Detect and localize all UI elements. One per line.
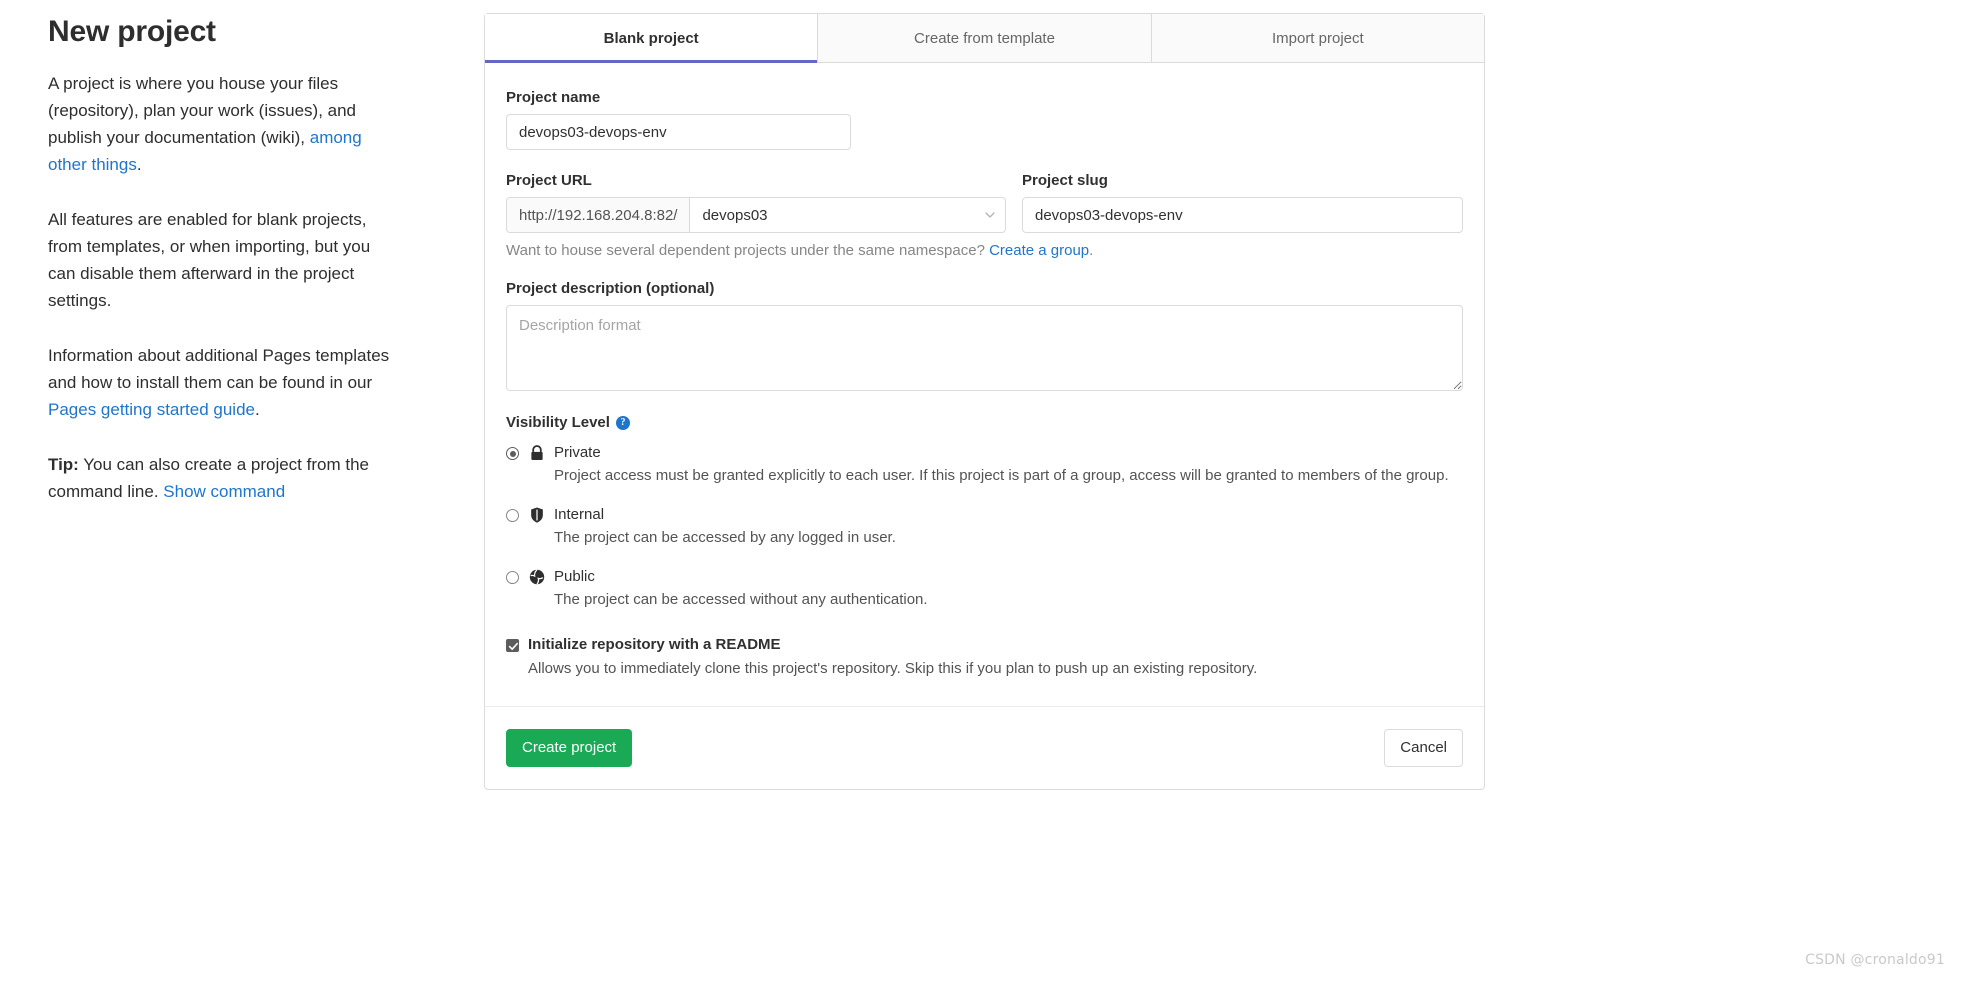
globe-icon bbox=[528, 568, 546, 586]
project-name-label: Project name bbox=[506, 89, 601, 106]
intro-paragraph-1: A project is where you house your files … bbox=[48, 70, 400, 178]
create-project-button[interactable]: Create project bbox=[506, 729, 633, 767]
url-slug-row: Project URL http://192.168.204.8:82/ dev… bbox=[506, 172, 1463, 233]
tab-import-project[interactable]: Import project bbox=[1151, 14, 1484, 62]
namespace-hint-text: Want to house several dependent projects… bbox=[506, 242, 990, 259]
radio-public[interactable] bbox=[506, 571, 519, 584]
intro-p3-text-a: Information about additional Pages templ… bbox=[48, 346, 390, 392]
namespace-hint: Want to house several dependent projects… bbox=[506, 242, 1463, 259]
initialize-readme-label: Initialize repository with a README bbox=[528, 636, 781, 653]
namespace-hint-suffix: . bbox=[1089, 242, 1094, 259]
project-url-group: Project URL http://192.168.204.8:82/ dev… bbox=[506, 172, 1006, 233]
intro-paragraph-tip: Tip: You can also create a project from … bbox=[48, 451, 400, 505]
project-name-input[interactable] bbox=[506, 114, 851, 150]
intro-p3-text-b: . bbox=[254, 400, 260, 419]
create-a-group-link[interactable]: Create a group bbox=[989, 242, 1089, 259]
project-type-tabs: Blank project Create from template Impor… bbox=[485, 14, 1484, 63]
radio-internal[interactable] bbox=[506, 509, 519, 522]
tip-label: Tip: bbox=[48, 455, 79, 474]
project-slug-group: Project slug bbox=[1022, 172, 1463, 233]
shield-icon bbox=[528, 506, 546, 524]
new-project-panel: Blank project Create from template Impor… bbox=[484, 13, 1485, 790]
intro-paragraph-2: All features are enabled for blank proje… bbox=[48, 210, 371, 310]
form-actions: Create project Cancel bbox=[485, 706, 1484, 789]
project-url-input-group: http://192.168.204.8:82/ devops03 bbox=[506, 197, 1006, 233]
blank-project-form: Project name Project URL http://192.168.… bbox=[485, 63, 1484, 789]
intro-p1-text-b: . bbox=[136, 155, 142, 174]
visibility-option-public[interactable]: Public The project can be accessed witho… bbox=[506, 567, 1463, 611]
project-slug-input[interactable] bbox=[1022, 197, 1463, 233]
visibility-public-name: Public bbox=[554, 568, 595, 585]
project-description-textarea[interactable] bbox=[506, 305, 1463, 391]
page-title: New project bbox=[48, 15, 216, 48]
project-description-group: Project description (optional) bbox=[506, 280, 1463, 391]
cancel-button[interactable]: Cancel bbox=[1384, 729, 1463, 767]
project-url-prefix: http://192.168.204.8:82/ bbox=[506, 197, 690, 233]
intro-column: New project A project is where you house… bbox=[0, 0, 400, 505]
visibility-option-internal[interactable]: Internal The project can be accessed by … bbox=[506, 505, 1463, 549]
tab-create-from-template[interactable]: Create from template bbox=[818, 14, 1152, 62]
initialize-readme-checkbox[interactable] bbox=[506, 639, 519, 652]
tab-blank-project[interactable]: Blank project bbox=[485, 14, 819, 63]
initialize-readme-description: Allows you to immediately clone this pro… bbox=[528, 660, 1258, 677]
visibility-private-name: Private bbox=[554, 444, 601, 461]
visibility-internal-description: The project can be accessed by any logge… bbox=[554, 529, 896, 546]
namespace-select-wrap: devops03 bbox=[689, 197, 1006, 233]
initialize-readme-group[interactable]: Initialize repository with a README Allo… bbox=[506, 635, 1463, 680]
project-url-label: Project URL bbox=[506, 172, 592, 189]
visibility-level-title: Visibility Level ? bbox=[506, 414, 1463, 431]
visibility-option-private[interactable]: Private Project access must be granted e… bbox=[506, 443, 1463, 487]
question-mark-icon[interactable]: ? bbox=[615, 415, 630, 430]
lock-icon bbox=[528, 444, 546, 462]
namespace-select[interactable]: devops03 bbox=[689, 197, 1006, 233]
radio-private[interactable] bbox=[506, 447, 519, 460]
visibility-public-description: The project can be accessed without any … bbox=[554, 591, 928, 608]
pages-getting-started-guide-link[interactable]: Pages getting started guide bbox=[48, 400, 255, 419]
show-command-link[interactable]: Show command bbox=[163, 482, 285, 501]
project-slug-label: Project slug bbox=[1022, 172, 1108, 189]
visibility-internal-name: Internal bbox=[554, 506, 605, 523]
project-description-label: Project description (optional) bbox=[506, 280, 715, 297]
watermark: CSDN @cronaldo91 bbox=[1805, 952, 1945, 968]
visibility-level-label: Visibility Level bbox=[506, 414, 610, 431]
visibility-private-description: Project access must be granted explicitl… bbox=[554, 467, 1449, 484]
visibility-level-group: Visibility Level ? Private Project acces… bbox=[506, 414, 1463, 611]
intro-paragraph-3: Information about additional Pages templ… bbox=[48, 342, 400, 423]
